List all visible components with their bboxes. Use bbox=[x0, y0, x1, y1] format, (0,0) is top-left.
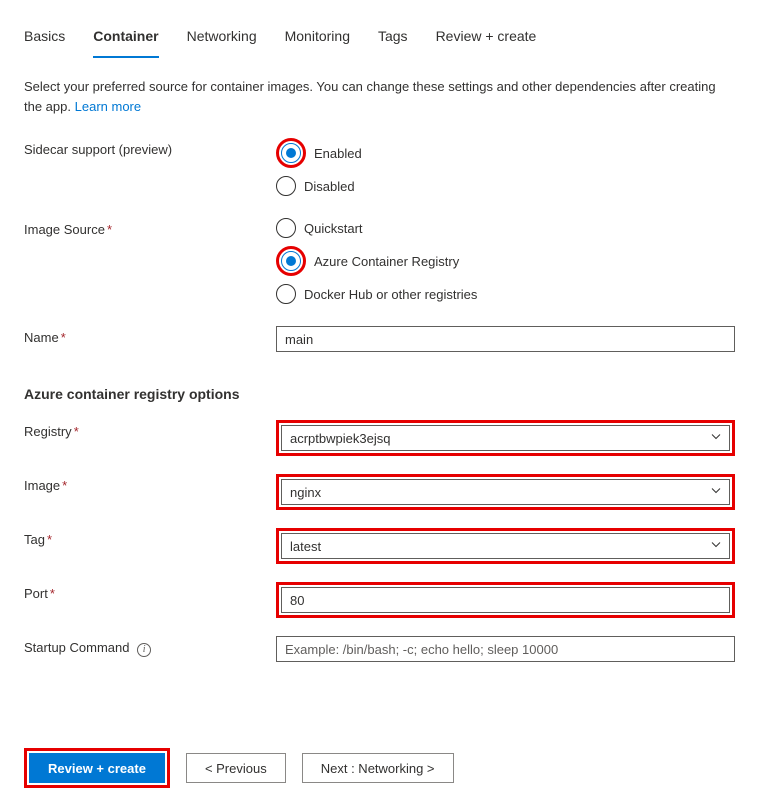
image-select[interactable] bbox=[281, 479, 730, 505]
image-source-quickstart-radio[interactable]: Quickstart bbox=[276, 218, 735, 238]
tab-container[interactable]: Container bbox=[93, 28, 158, 58]
registry-select[interactable] bbox=[281, 425, 730, 451]
radio-circle-icon bbox=[276, 284, 296, 304]
required-indicator: * bbox=[61, 330, 66, 345]
startup-label: Startup Command i bbox=[24, 636, 276, 657]
highlight-box bbox=[276, 528, 735, 564]
review-create-button[interactable]: Review + create bbox=[29, 753, 165, 783]
sidecar-enabled-label: Enabled bbox=[314, 146, 362, 161]
info-icon[interactable]: i bbox=[137, 643, 151, 657]
tag-label: Tag* bbox=[24, 528, 276, 547]
registry-value[interactable] bbox=[281, 425, 730, 451]
highlight-box: Review + create bbox=[24, 748, 170, 788]
highlight-ring bbox=[276, 246, 306, 276]
radio-circle-icon bbox=[276, 176, 296, 196]
port-input[interactable] bbox=[281, 587, 730, 613]
image-value[interactable] bbox=[281, 479, 730, 505]
image-source-docker-label: Docker Hub or other registries bbox=[304, 287, 477, 302]
tab-basics[interactable]: Basics bbox=[24, 28, 65, 58]
highlight-box bbox=[276, 582, 735, 618]
intro-text: Select your preferred source for contain… bbox=[24, 77, 735, 116]
highlight-ring bbox=[276, 138, 306, 168]
highlight-box bbox=[276, 474, 735, 510]
radio-circle-icon bbox=[281, 251, 301, 271]
required-indicator: * bbox=[47, 532, 52, 547]
name-input[interactable] bbox=[276, 326, 735, 352]
registry-label: Registry* bbox=[24, 420, 276, 439]
sidecar-radio-group: Enabled Disabled bbox=[276, 138, 735, 196]
image-source-label: Image Source* bbox=[24, 218, 276, 237]
tag-select[interactable] bbox=[281, 533, 730, 559]
tab-review[interactable]: Review + create bbox=[436, 28, 537, 58]
image-source-docker-radio[interactable]: Docker Hub or other registries bbox=[276, 284, 735, 304]
radio-circle-icon bbox=[281, 143, 301, 163]
tab-monitoring[interactable]: Monitoring bbox=[285, 28, 350, 58]
sidecar-disabled-label: Disabled bbox=[304, 179, 355, 194]
tab-networking[interactable]: Networking bbox=[187, 28, 257, 58]
image-label: Image* bbox=[24, 474, 276, 493]
tab-bar: Basics Container Networking Monitoring T… bbox=[24, 0, 735, 59]
port-label: Port* bbox=[24, 582, 276, 601]
image-source-acr-radio[interactable]: Azure Container Registry bbox=[276, 246, 735, 276]
image-source-quickstart-label: Quickstart bbox=[304, 221, 363, 236]
image-source-acr-label: Azure Container Registry bbox=[314, 254, 459, 269]
tag-value[interactable] bbox=[281, 533, 730, 559]
next-button[interactable]: Next : Networking > bbox=[302, 753, 454, 783]
name-label: Name* bbox=[24, 326, 276, 345]
sidecar-enabled-radio[interactable]: Enabled bbox=[276, 138, 735, 168]
acr-options-heading: Azure container registry options bbox=[24, 386, 735, 402]
required-indicator: * bbox=[50, 586, 55, 601]
image-source-radio-group: Quickstart Azure Container Registry Dock… bbox=[276, 218, 735, 304]
required-indicator: * bbox=[107, 222, 112, 237]
highlight-box bbox=[276, 420, 735, 456]
footer-bar: Review + create < Previous Next : Networ… bbox=[0, 732, 759, 808]
required-indicator: * bbox=[62, 478, 67, 493]
learn-more-link[interactable]: Learn more bbox=[75, 99, 141, 114]
tab-tags[interactable]: Tags bbox=[378, 28, 408, 58]
radio-circle-icon bbox=[276, 218, 296, 238]
previous-button[interactable]: < Previous bbox=[186, 753, 286, 783]
sidecar-disabled-radio[interactable]: Disabled bbox=[276, 176, 735, 196]
startup-input[interactable] bbox=[276, 636, 735, 662]
sidecar-label: Sidecar support (preview) bbox=[24, 138, 276, 157]
required-indicator: * bbox=[74, 424, 79, 439]
